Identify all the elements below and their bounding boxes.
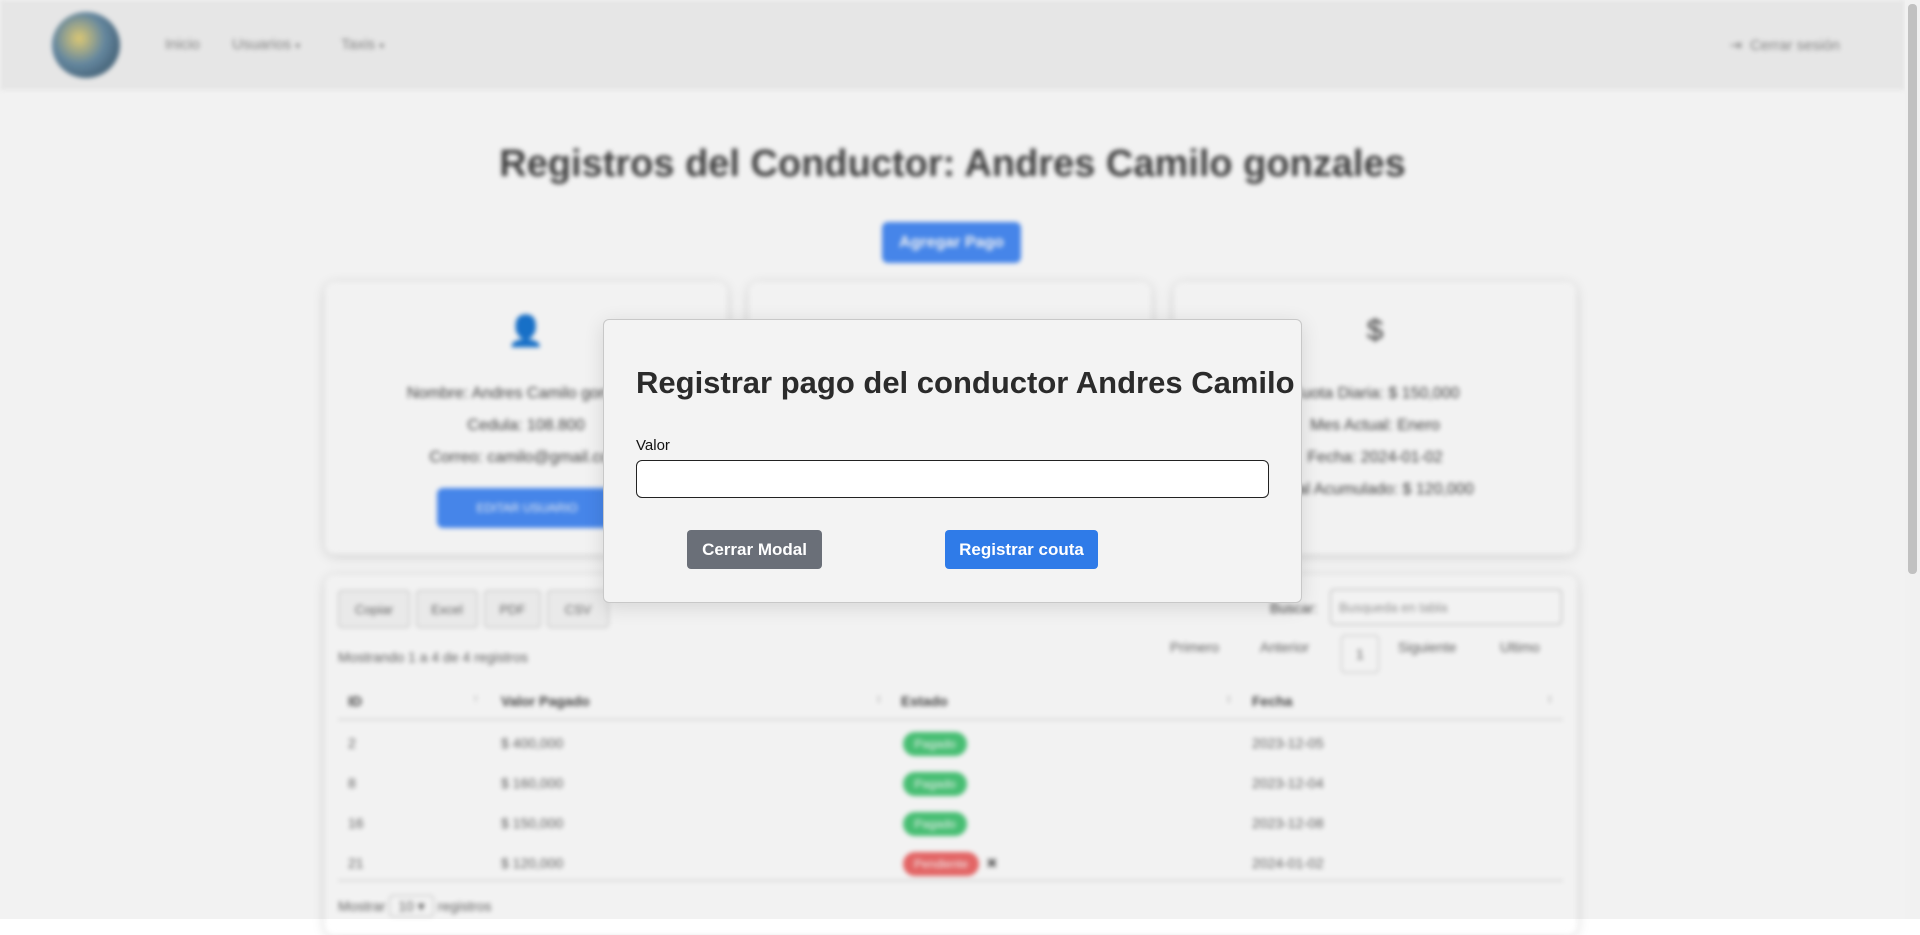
register-payment-button[interactable]: Registrar couta bbox=[945, 530, 1098, 569]
value-field-label: Valor bbox=[636, 437, 670, 454]
close-modal-button[interactable]: Cerrar Modal bbox=[687, 530, 822, 569]
register-payment-modal: Registrar pago del conductor Andres Cami… bbox=[603, 319, 1302, 603]
value-input[interactable] bbox=[636, 460, 1269, 498]
scrollbar-thumb[interactable] bbox=[1908, 4, 1917, 574]
vertical-scrollbar[interactable] bbox=[1905, 0, 1920, 919]
modal-title: Registrar pago del conductor Andres Cami… bbox=[636, 365, 1295, 400]
